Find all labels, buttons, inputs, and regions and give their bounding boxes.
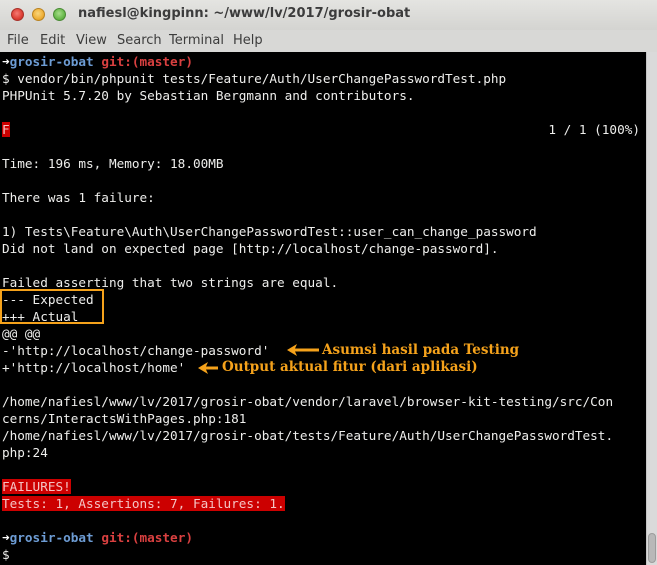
close-button[interactable] bbox=[11, 8, 24, 21]
command-line: $ vendor/bin/phpunit tests/Feature/Auth/… bbox=[2, 71, 507, 86]
progress-line: F bbox=[2, 121, 10, 138]
menu-file[interactable]: File bbox=[7, 33, 29, 48]
trace-line: /home/nafiesl/www/lv/2017/grosir-obat/te… bbox=[2, 428, 614, 443]
prompt-git-branch: git:(master) bbox=[101, 530, 193, 545]
title-bar: nafiesl@kingpinn: ~/www/lv/2017/grosir-o… bbox=[0, 0, 657, 30]
menu-edit[interactable]: Edit bbox=[40, 33, 65, 48]
trace-line: cerns/InteractsWithPages.php:181 bbox=[2, 411, 247, 426]
final-prompt: $ bbox=[2, 547, 10, 562]
progress-fail-marker: F bbox=[2, 122, 10, 137]
scrollbar-thumb[interactable] bbox=[648, 533, 656, 563]
prompt-git-branch: git:(master) bbox=[101, 54, 193, 69]
menu-terminal[interactable]: Terminal bbox=[169, 33, 224, 48]
failure-message: Did not land on expected page [http://lo… bbox=[2, 241, 499, 256]
prompt-line: ➜grosir-obat git:(master) bbox=[2, 529, 193, 546]
actual-annotation: Output aktual fitur (dari aplikasi) bbox=[222, 359, 478, 375]
failures-title-text: FAILURES! bbox=[2, 479, 71, 494]
menu-search[interactable]: Search bbox=[117, 33, 162, 48]
left-arrow-icon bbox=[287, 344, 319, 356]
left-arrow-icon bbox=[198, 362, 218, 374]
diff-plus: +'http://localhost/home' bbox=[2, 360, 186, 375]
prompt-line: ➜grosir-obat git:(master) bbox=[2, 53, 193, 70]
failures-title: FAILURES! bbox=[2, 478, 71, 495]
prompt-arrow-icon: ➜ bbox=[2, 530, 10, 545]
time-memory: Time: 196 ms, Memory: 18.00MB bbox=[2, 156, 224, 171]
expected-annotation: Asumsi hasil pada Testing bbox=[322, 342, 520, 358]
progress-count: 1 / 1 (100%) bbox=[548, 122, 640, 137]
scrollbar[interactable] bbox=[646, 52, 657, 565]
trace-line: php:24 bbox=[2, 445, 48, 460]
diff-minus: -'http://localhost/change-password' bbox=[2, 343, 270, 358]
failures-summary: Tests: 1, Assertions: 7, Failures: 1. bbox=[2, 495, 285, 512]
window-title: nafiesl@kingpinn: ~/www/lv/2017/grosir-o… bbox=[78, 6, 411, 21]
menu-view[interactable]: View bbox=[76, 33, 107, 48]
maximize-button[interactable] bbox=[53, 8, 66, 21]
prompt-dir: grosir-obat bbox=[9, 54, 94, 69]
terminal-output[interactable]: ➜grosir-obat git:(master) $ vendor/bin/p… bbox=[0, 52, 646, 565]
minimize-button[interactable] bbox=[32, 8, 45, 21]
diff-hunk: @@ @@ bbox=[2, 326, 41, 341]
phpunit-header: PHPUnit 5.7.20 by Sebastian Bergmann and… bbox=[2, 88, 415, 103]
prompt-arrow-icon: ➜ bbox=[2, 54, 10, 69]
prompt-dir: grosir-obat bbox=[9, 530, 94, 545]
failure-count: There was 1 failure: bbox=[2, 190, 155, 205]
menu-bar: File Edit View Search Terminal Help bbox=[0, 30, 657, 52]
failure-test: 1) Tests\Feature\Auth\UserChangePassword… bbox=[2, 224, 537, 239]
diff-header-highlight-box bbox=[0, 289, 104, 324]
menu-help[interactable]: Help bbox=[233, 33, 263, 48]
failures-summary-text: Tests: 1, Assertions: 7, Failures: 1. bbox=[2, 496, 285, 511]
trace-line: /home/nafiesl/www/lv/2017/grosir-obat/ve… bbox=[2, 394, 614, 409]
